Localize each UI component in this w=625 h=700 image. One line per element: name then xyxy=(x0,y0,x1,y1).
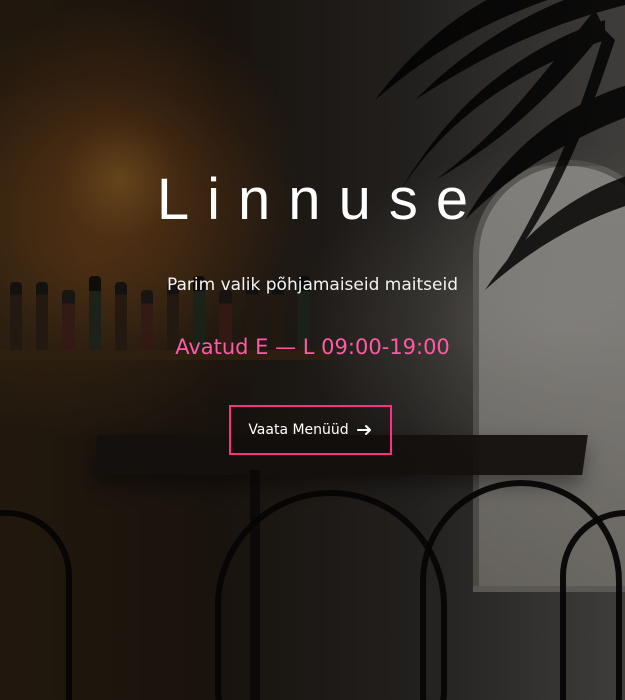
opening-hours: Avatud E — L 09:00-19:00 xyxy=(175,335,450,359)
view-menu-label: Vaata Menüüd xyxy=(248,422,349,438)
brand-title: Linnuse xyxy=(156,167,487,232)
tagline: Parim valik põhjamaiseid maitseid xyxy=(167,275,458,295)
hero-content: Linnuse Parim valik põhjamaiseid maitsei… xyxy=(0,0,625,700)
hero-section: Linnuse Parim valik põhjamaiseid maitsei… xyxy=(0,0,625,700)
view-menu-button[interactable]: Vaata Menüüd xyxy=(229,405,392,455)
arrow-right-icon xyxy=(356,422,373,438)
